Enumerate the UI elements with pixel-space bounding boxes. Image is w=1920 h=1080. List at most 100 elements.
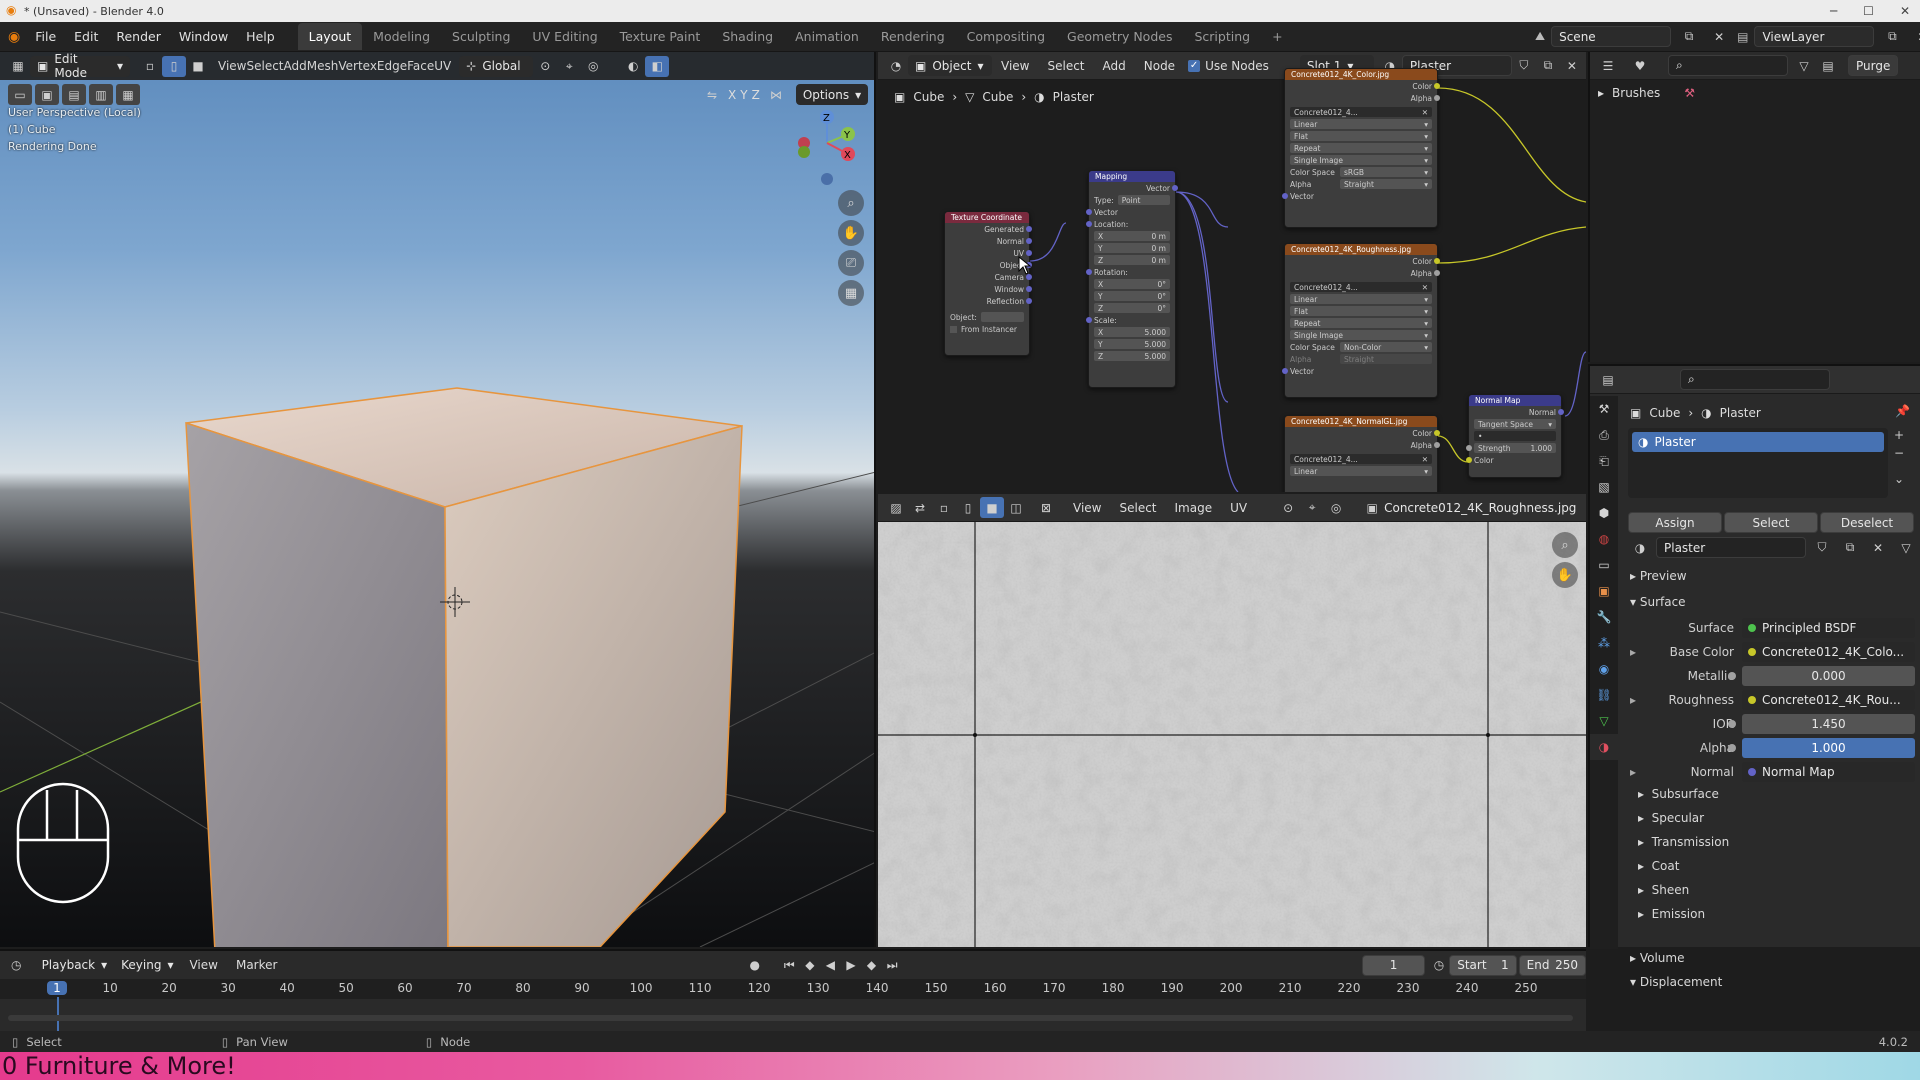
link-type-icon[interactable]: ▽: [1894, 537, 1918, 558]
color-space[interactable]: Color Space sRGB ▾: [1285, 166, 1437, 178]
output-color[interactable]: Color: [1285, 427, 1440, 439]
menu-edge[interactable]: Edge: [377, 59, 407, 73]
interpolation[interactable]: Linear ▾: [1285, 118, 1437, 130]
loc-y[interactable]: Y0 m: [1089, 242, 1175, 254]
blender-menu-icon[interactable]: ◉: [8, 29, 20, 45]
uv-island-select-icon[interactable]: ◫: [1004, 497, 1028, 518]
mirror-icon[interactable]: ⇋: [700, 84, 724, 105]
pivot-icon[interactable]: ⊙: [1276, 497, 1300, 518]
source[interactable]: Single Image ▾: [1285, 329, 1437, 341]
clock-icon[interactable]: ◷: [1429, 955, 1450, 976]
edge-select-icon[interactable]: ▯: [162, 55, 186, 77]
output-alpha[interactable]: Alpha: [1285, 92, 1440, 104]
uv-face-select-icon[interactable]: ■: [980, 497, 1004, 518]
modifier-tab-icon[interactable]: 🔧: [1590, 604, 1618, 630]
maximize-icon[interactable]: ☐: [1863, 4, 1874, 18]
subpanel-subsurface[interactable]: ▸ Subsurface: [1638, 787, 1719, 801]
material-name-field[interactable]: Plaster: [1656, 537, 1806, 558]
scene-tab-icon[interactable]: ⬢: [1590, 500, 1618, 526]
chevron-right-icon[interactable]: ▸: [1630, 693, 1644, 707]
output-reflection[interactable]: Reflection: [945, 295, 1032, 307]
navigation-gizmo[interactable]: Z Y X: [790, 107, 860, 187]
play-reverse-icon[interactable]: ◀: [820, 955, 841, 976]
property-value[interactable]: Principled BSDF: [1742, 618, 1915, 638]
deselect-button[interactable]: Deselect: [1820, 512, 1914, 533]
auto-merge-icon[interactable]: ⋈: [764, 84, 788, 105]
subpanel-emission[interactable]: ▸ Emission: [1638, 907, 1705, 921]
menu-uv[interactable]: UV: [1221, 501, 1256, 515]
proportional-edit-icon[interactable]: ◎: [581, 56, 605, 77]
mapping-node[interactable]: Mapping Vector Type: Point Vector Locatio…: [1086, 170, 1178, 388]
subpanel-sheen[interactable]: ▸ Sheen: [1638, 883, 1689, 897]
sticky-select-icon[interactable]: ⊠: [1034, 497, 1058, 518]
xray-icon[interactable]: ◧: [645, 55, 670, 77]
menu-render[interactable]: Render: [107, 29, 170, 44]
subpanel-specular[interactable]: ▸ Specular: [1638, 811, 1704, 825]
outliner[interactable]: ☰ ♥ ⌕ ▽ ▤ Purge ▸ Brushes ⚒: [1588, 52, 1920, 362]
normal-map-node[interactable]: Normal Map Normal Tangent Space ▾ • Stren…: [1466, 394, 1564, 478]
loc-x[interactable]: X0 m: [1089, 230, 1175, 242]
assign-button[interactable]: Assign: [1628, 512, 1722, 533]
interpolation[interactable]: Linear ▾: [1285, 293, 1437, 305]
tab-sculpting[interactable]: Sculpting: [441, 23, 521, 50]
image-canvas[interactable]: ⌕ ✋: [878, 522, 1586, 947]
object-tab-icon[interactable]: ▣: [1590, 578, 1618, 604]
projection[interactable]: Flat ▾: [1285, 130, 1437, 142]
timeline-scrollbar[interactable]: [8, 1015, 1573, 1021]
output-generated[interactable]: Generated: [945, 223, 1032, 235]
output-color[interactable]: Color: [1285, 255, 1440, 267]
jump-start-icon[interactable]: ⏮: [779, 955, 800, 976]
data-tab-icon[interactable]: ▽: [1590, 708, 1618, 734]
space-selector[interactable]: Tangent Space ▾: [1469, 418, 1561, 430]
outliner-search-input[interactable]: ⌕: [1668, 55, 1788, 76]
rot-x[interactable]: X 0°: [1089, 278, 1175, 290]
extension[interactable]: Repeat ▾: [1285, 142, 1437, 154]
source[interactable]: Single Image ▾: [1285, 154, 1437, 166]
frame-ruler[interactable]: 1 10 20 30 40 50 60 70 80 90 100 110 120 130 140 150 160…: [0, 979, 1586, 1033]
axis-z-toggle[interactable]: Z: [752, 88, 760, 102]
menu-view[interactable]: View: [180, 958, 226, 972]
color-space[interactable]: Color Space Non-Color ▾: [1285, 341, 1437, 353]
material-tab-icon[interactable]: ◑: [1590, 734, 1618, 760]
3d-viewport[interactable]: ▦ ▣ Edit Mode ▾ ▫ ▯ ■ View Select Add Mesh…: [0, 52, 876, 947]
vertex-select-icon[interactable]: ▫: [138, 56, 162, 77]
next-keyframe-icon[interactable]: ◆: [861, 955, 882, 976]
property-value[interactable]: 1.450: [1728, 714, 1915, 734]
tab-shading[interactable]: Shading: [711, 23, 784, 50]
interpolation[interactable]: Linear ▾: [1285, 465, 1437, 477]
menu-mesh[interactable]: Mesh: [307, 59, 339, 73]
tab-texture-paint[interactable]: Texture Paint: [609, 23, 712, 50]
keying-menu[interactable]: Keying ▾: [114, 955, 180, 976]
image-editor[interactable]: ▨ ⇄ ▫ ▯ ■ ◫ ⊠ View Select Image UV ⊙ ⌖ ◎…: [878, 494, 1586, 947]
scale-z[interactable]: Z 5.000: [1089, 350, 1175, 362]
output-normal[interactable]: Normal: [1469, 406, 1564, 418]
remove-slot-icon[interactable]: −: [1894, 446, 1904, 460]
orphan-icon[interactable]: ▤: [1816, 55, 1840, 76]
options-dropdown[interactable]: Options ▾: [795, 84, 869, 105]
tab-uv-editing[interactable]: UV Editing: [521, 23, 608, 50]
display-mode-icon[interactable]: ♥: [1628, 55, 1652, 76]
chevron-right-icon[interactable]: ▸: [1630, 765, 1644, 779]
filter-icon[interactable]: ▽: [1792, 55, 1816, 76]
add-slot-icon[interactable]: +: [1894, 428, 1904, 442]
jump-end-icon[interactable]: ⏭: [882, 955, 903, 976]
menu-select[interactable]: Select: [246, 59, 283, 73]
input-color[interactable]: Color: [1466, 454, 1561, 466]
image-name[interactable]: Concrete012_4K_Roughness.jpg: [1384, 501, 1576, 515]
material-browse-icon[interactable]: ◑: [1628, 537, 1652, 558]
properties-editor[interactable]: ▤ ⌕ ⚒ ⎙ ⎗ ▧ ⬢ ◍ ▭ ▣ 🔧 ⁂ ◉ ⛓ ▽ ◑ ▣ Cube ›…: [1588, 364, 1920, 989]
select-mode-subtract-icon[interactable]: ▥: [89, 84, 113, 105]
menu-window[interactable]: Window: [170, 29, 237, 44]
image-selector[interactable]: Concrete012_4... ✕: [1285, 106, 1437, 118]
menu-marker[interactable]: Marker: [227, 958, 286, 972]
type-row[interactable]: Type: Point: [1089, 194, 1175, 206]
image-texture-normal-node[interactable]: Concrete012_4K_NormalGL.jpg Color Alpha …: [1284, 415, 1440, 492]
delete-scene-icon[interactable]: ✕: [1707, 26, 1731, 47]
property-value[interactable]: 0.000: [1728, 666, 1915, 686]
subpanel-transmission[interactable]: ▸ Transmission: [1638, 835, 1729, 849]
overlay-icon[interactable]: ◐: [621, 56, 645, 77]
record-icon[interactable]: ●: [744, 955, 765, 976]
menu-image[interactable]: Image: [1166, 501, 1222, 515]
menu-edit[interactable]: Edit: [65, 29, 107, 44]
strength-field[interactable]: Strength 1.000: [1466, 442, 1561, 454]
